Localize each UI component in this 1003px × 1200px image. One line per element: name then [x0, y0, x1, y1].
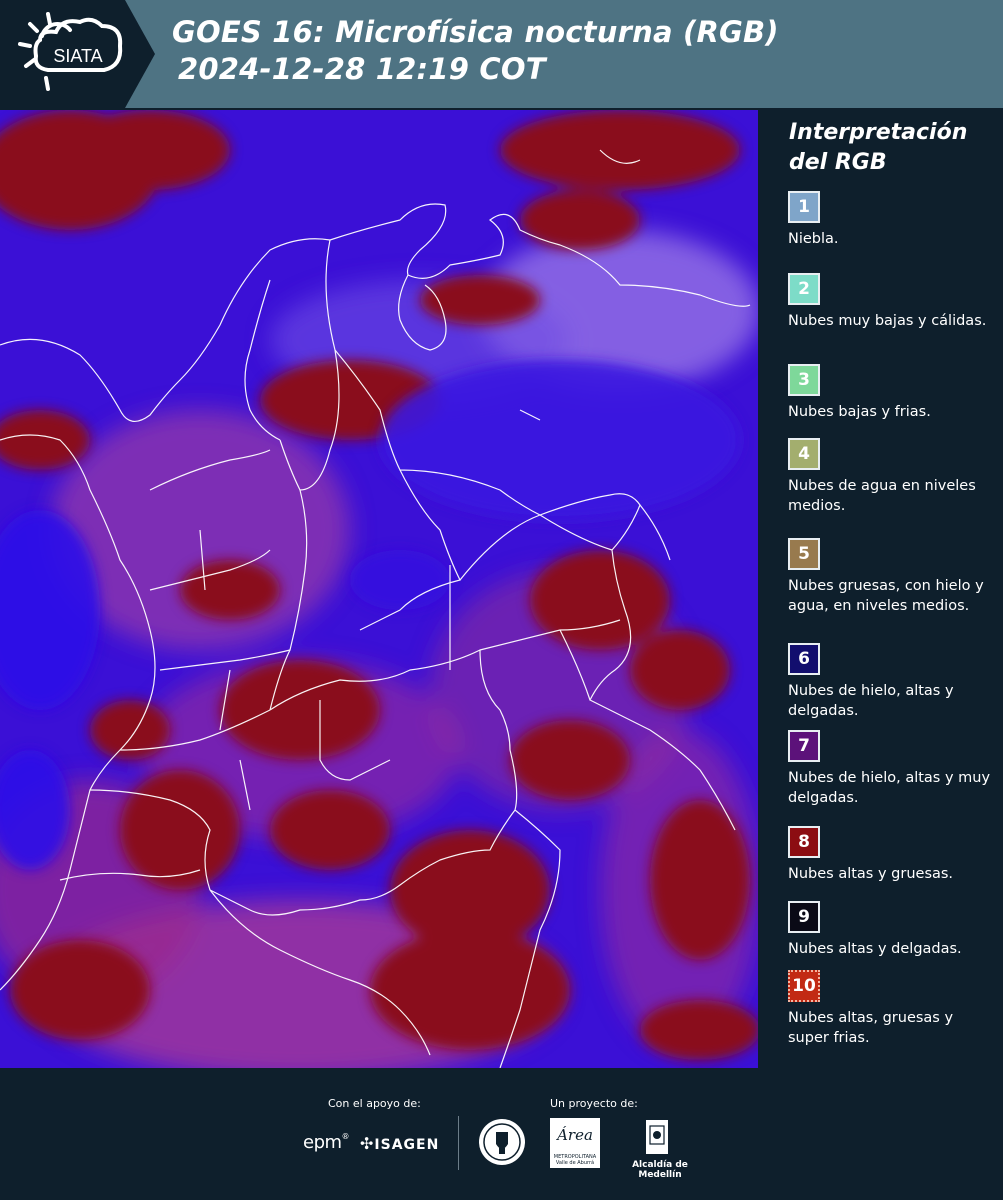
legend-swatch: 4	[788, 438, 820, 470]
legend-item: 5 Nubes gruesas, con hielo y agua, en niv…	[788, 538, 993, 616]
seal-icon	[479, 1119, 525, 1165]
legend-panel: Interpretación del RGB 1 Niebla. 2 Nubes mu…	[775, 118, 997, 1046]
legend-label: Nubes altas y delgadas.	[788, 941, 962, 957]
svg-text:SIATA: SIATA	[53, 46, 102, 66]
alcaldia-logo[interactable]: Alcaldía de Medellín	[612, 1160, 708, 1180]
title-line-1: GOES 16: Microfísica nocturna (RGB)	[172, 15, 779, 49]
legend-item: 8 Nubes altas y gruesas.	[788, 826, 993, 884]
map-graphic	[0, 110, 758, 1068]
legend-item: 6 Nubes de hielo, altas y delgadas.	[788, 643, 993, 721]
header-bar: SIATA GOES 16: Microfísica nocturna (RGB…	[0, 0, 1003, 108]
legend-label: Nubes altas, gruesas y super frias.	[788, 1010, 954, 1046]
legend-label: Nubes de hielo, altas y muy delgadas.	[788, 770, 991, 806]
legend-swatch: 8	[788, 826, 820, 858]
seal-logo[interactable]	[478, 1118, 526, 1166]
legend-swatch: 3	[788, 364, 820, 396]
legend-item: 9 Nubes altas y delgadas.	[788, 901, 993, 959]
area-metropolitana-logo[interactable]: Área METROPOLITANA Valle de Aburrá	[550, 1118, 600, 1168]
legend-swatch: 9	[788, 901, 820, 933]
legend-item: 1 Niebla.	[788, 191, 993, 249]
area-logo-text: Área	[557, 1126, 593, 1144]
legend-label: Nubes altas y gruesas.	[788, 866, 954, 882]
crest-icon	[646, 1120, 668, 1154]
legend-title: Interpretación del RGB	[789, 118, 997, 178]
project-label: Un proyecto de:	[550, 1097, 638, 1110]
legend-label: Nubes gruesas, con hielo y agua, en nive…	[788, 578, 984, 614]
legend-label: Niebla.	[788, 231, 839, 247]
legend-label: Nubes muy bajas y cálidas.	[788, 313, 987, 329]
legend-item: 3 Nubes bajas y frias.	[788, 364, 993, 422]
legend-label: Nubes bajas y frias.	[788, 404, 931, 420]
footer: Con el apoyo de: Un proyecto de: epm® ✣I…	[0, 1070, 1003, 1200]
legend-swatch: 2	[788, 273, 820, 305]
legend-item: 10 Nubes altas, gruesas y super frias.	[788, 970, 993, 1048]
legend-title-line-2: del RGB	[789, 150, 887, 175]
alcaldia-crest	[640, 1118, 674, 1158]
legend-swatch: 7	[788, 730, 820, 762]
satellite-rgb-map[interactable]	[0, 110, 758, 1068]
legend-label: Nubes de hielo, altas y delgadas.	[788, 683, 954, 719]
legend-swatch: 1	[788, 191, 820, 223]
support-label: Con el apoyo de:	[328, 1097, 421, 1110]
area-logo-sub2: Valle de Aburrá	[555, 1160, 595, 1166]
legend-item: 4 Nubes de agua en niveles medios.	[788, 438, 993, 516]
footer-divider	[458, 1116, 459, 1170]
legend-title-line-1: Interpretación	[789, 120, 968, 145]
legend-swatch: 10	[788, 970, 820, 1002]
legend-item: 2 Nubes muy bajas y cálidas.	[788, 273, 993, 331]
isagen-logo-text: ISAGEN	[374, 1137, 440, 1153]
legend-item: 7 Nubes de hielo, altas y muy delgadas.	[788, 730, 993, 808]
page-title: GOES 16: Microfísica nocturna (RGB) 2024…	[172, 14, 779, 88]
isagen-star-icon: ✣	[360, 1134, 375, 1153]
legend-label: Nubes de agua en niveles medios.	[788, 478, 976, 514]
epm-logo[interactable]: epm®	[303, 1132, 350, 1153]
legend-swatch: 6	[788, 643, 820, 675]
siata-logo-graphic: SIATA	[0, 0, 155, 108]
legend-swatch: 5	[788, 538, 820, 570]
siata-logo[interactable]: SIATA	[0, 0, 155, 108]
epm-logo-text: epm	[303, 1132, 342, 1153]
isagen-logo[interactable]: ✣ISAGEN	[360, 1134, 439, 1153]
title-line-2: 2024-12-28 12:19 COT	[178, 52, 546, 86]
